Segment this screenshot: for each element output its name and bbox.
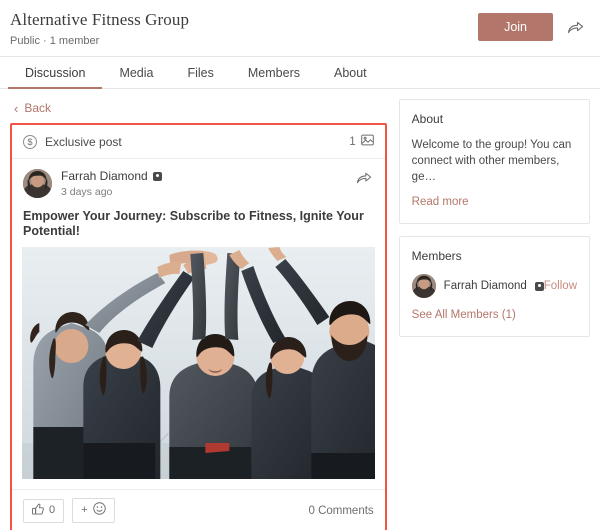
header-actions: Join (478, 8, 586, 41)
members-card: Members Farrah Diamond Follow See All Me… (398, 236, 590, 337)
tab-discussion[interactable]: Discussion (8, 58, 103, 89)
about-card-title: About (411, 112, 444, 126)
group-meta: Public · 1 member (10, 35, 100, 47)
chevron-left-icon: ‹ (14, 100, 19, 116)
page-title: Alternative Fitness Group (10, 10, 190, 29)
read-more-link[interactable]: Read more (412, 196, 469, 208)
see-all-members-link[interactable]: See All Members (1) (412, 309, 516, 321)
tab-files[interactable]: Files (170, 58, 230, 89)
member-identity[interactable]: Farrah Diamond (411, 274, 544, 298)
post-author-text: Farrah Diamond 3 days ago (61, 169, 162, 198)
page-body: ‹ Back $ Exclusive post 1 Farrah Diamond… (0, 89, 600, 530)
dollar-circle-icon: $ (23, 134, 37, 149)
back-label: Back (24, 101, 52, 115)
post-photo-wrapper (12, 247, 385, 489)
media-count-value: 1 (349, 135, 356, 148)
thumbs-up-icon (32, 503, 44, 519)
reaction-group: 0 + (23, 498, 115, 523)
post-title: Empower Your Journey: Subscribe to Fitne… (23, 209, 364, 238)
group-header: Alternative Fitness Group Public · 1 mem… (0, 0, 600, 56)
post-timestamp: 3 days ago (61, 186, 113, 198)
back-link[interactable]: ‹ Back (10, 99, 53, 123)
tab-members[interactable]: Members (231, 58, 317, 89)
post-author-row: Farrah Diamond 3 days ago (12, 159, 385, 198)
tab-media[interactable]: Media (102, 58, 170, 89)
image-icon (360, 134, 374, 149)
add-reaction-label: + (81, 504, 88, 516)
post-author[interactable]: Farrah Diamond 3 days ago (23, 169, 162, 198)
about-card: About Welcome to the group! You can conn… (398, 99, 590, 224)
comments-count: 0 Comments (308, 504, 374, 517)
exclusive-post-label-group: $ Exclusive post (23, 134, 122, 149)
post-actions: 0 + 0 Comments (12, 489, 385, 530)
verified-badge-icon (534, 281, 544, 291)
members-card-title: Members (411, 249, 462, 263)
post-author-name: Farrah Diamond (61, 169, 148, 183)
group-highfive-photo[interactable] (22, 247, 375, 479)
add-reaction-button[interactable]: + (72, 498, 115, 523)
verified-badge-icon (152, 171, 162, 181)
post-author-name-row: Farrah Diamond (61, 169, 162, 183)
post-top-bar: $ Exclusive post 1 (12, 125, 385, 159)
group-identity: Alternative Fitness Group Public · 1 mem… (10, 8, 189, 47)
about-card-text: Welcome to the group! You can connect wi… (411, 139, 572, 183)
smiley-icon (92, 502, 106, 519)
exclusive-post-label: Exclusive post (45, 134, 122, 149)
avatar (411, 274, 436, 298)
tab-about[interactable]: About (317, 58, 384, 89)
post-share-icon[interactable] (354, 169, 374, 187)
follow-button[interactable]: Follow (544, 280, 577, 292)
list-item: Farrah Diamond Follow (411, 274, 577, 298)
group-page: Alternative Fitness Group Public · 1 mem… (0, 0, 600, 530)
main-column: ‹ Back $ Exclusive post 1 Farrah Diamond… (10, 99, 387, 530)
tab-bar: Discussion Media Files Members About (0, 56, 600, 89)
member-name: Farrah Diamond (443, 280, 527, 292)
share-icon[interactable] (565, 18, 586, 37)
post-highlight-box: $ Exclusive post 1 Farrah Diamond 3 days… (10, 123, 387, 530)
sidebar: About Welcome to the group! You can conn… (398, 99, 590, 530)
post-card: $ Exclusive post 1 Farrah Diamond 3 days… (12, 125, 385, 530)
like-count: 0 (49, 504, 56, 516)
join-button[interactable]: Join (478, 13, 553, 41)
like-button[interactable]: 0 (23, 498, 65, 523)
media-count-group: 1 (349, 134, 374, 149)
avatar (23, 169, 52, 198)
